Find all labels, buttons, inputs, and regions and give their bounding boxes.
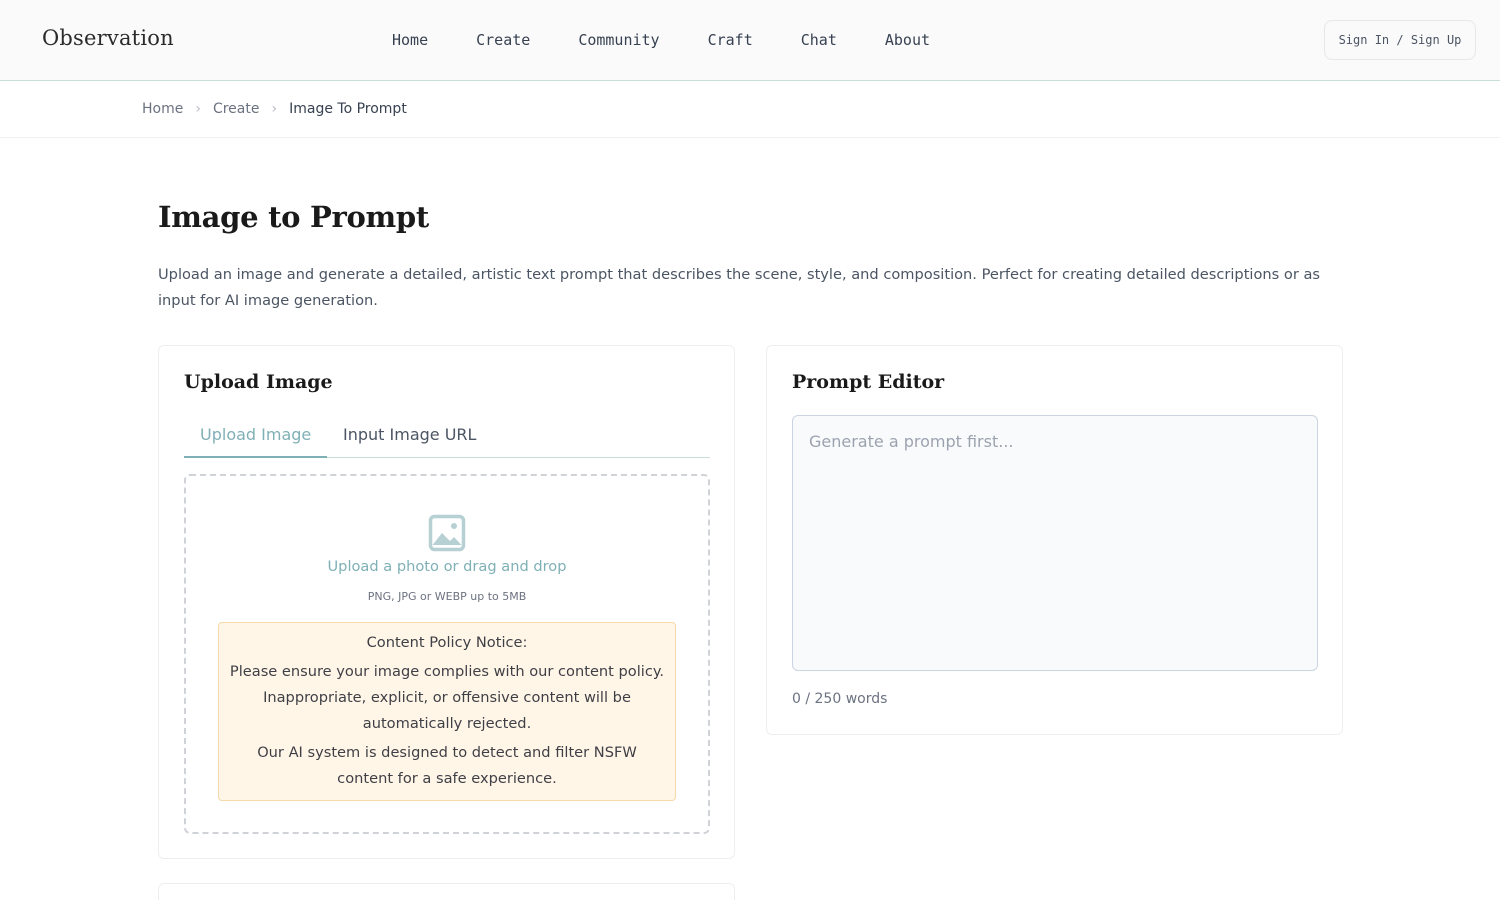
breadcrumb-create[interactable]: Create	[213, 101, 260, 117]
nav-home[interactable]: Home	[392, 30, 428, 50]
breadcrumb-current: Image To Prompt	[289, 101, 407, 117]
prompt-editor-card: Prompt Editor 0 / 250 words	[766, 345, 1343, 735]
page-title: Image to Prompt	[158, 200, 429, 234]
prompt-textarea[interactable]	[792, 415, 1318, 671]
content-policy-notice: Content Policy Notice: Please ensure you…	[218, 622, 676, 801]
secondary-card	[158, 883, 735, 900]
notice-title: Content Policy Notice:	[366, 634, 528, 651]
chevron-right-icon: ›	[195, 101, 201, 117]
image-dropzone[interactable]: Upload a photo or drag and drop PNG, JPG…	[184, 474, 710, 834]
nav-about[interactable]: About	[885, 30, 930, 50]
logo[interactable]: Observation	[42, 26, 174, 50]
nav-chat[interactable]: Chat	[801, 30, 837, 50]
chevron-right-icon: ›	[271, 101, 278, 117]
sign-in-button[interactable]: Sign In / Sign Up	[1324, 20, 1476, 60]
image-icon	[428, 514, 466, 552]
notice-body: Please ensure your image complies with o…	[229, 663, 665, 732]
page-description: Upload an image and generate a detailed,…	[158, 266, 1320, 309]
tab-input-image-url[interactable]: Input Image URL	[343, 425, 476, 458]
prompt-editor-title: Prompt Editor	[792, 371, 945, 393]
breadcrumb: Home › Create › Image To Prompt	[0, 81, 1500, 138]
top-header: Observation Home Create Community Craft …	[0, 0, 1500, 81]
main-nav: Home Create Community Craft Chat About	[392, 30, 978, 50]
word-count: 0 / 250 words	[792, 691, 888, 707]
upload-tabs: Upload Image Input Image URL	[184, 418, 710, 458]
upload-card-title: Upload Image	[184, 371, 333, 393]
tab-upload-image[interactable]: Upload Image	[184, 425, 327, 458]
nav-community[interactable]: Community	[578, 30, 659, 50]
notice-footer: Our AI system is designed to detect and …	[257, 744, 637, 787]
upload-prompt-link[interactable]: Upload a photo or drag and drop	[186, 558, 708, 575]
file-type-hint: PNG, JPG or WEBP up to 5MB	[367, 590, 527, 603]
nav-create[interactable]: Create	[476, 30, 530, 50]
breadcrumb-home[interactable]: Home	[142, 101, 183, 117]
upload-card: Upload Image Upload Image Input Image UR…	[158, 345, 735, 859]
nav-craft[interactable]: Craft	[708, 30, 753, 50]
